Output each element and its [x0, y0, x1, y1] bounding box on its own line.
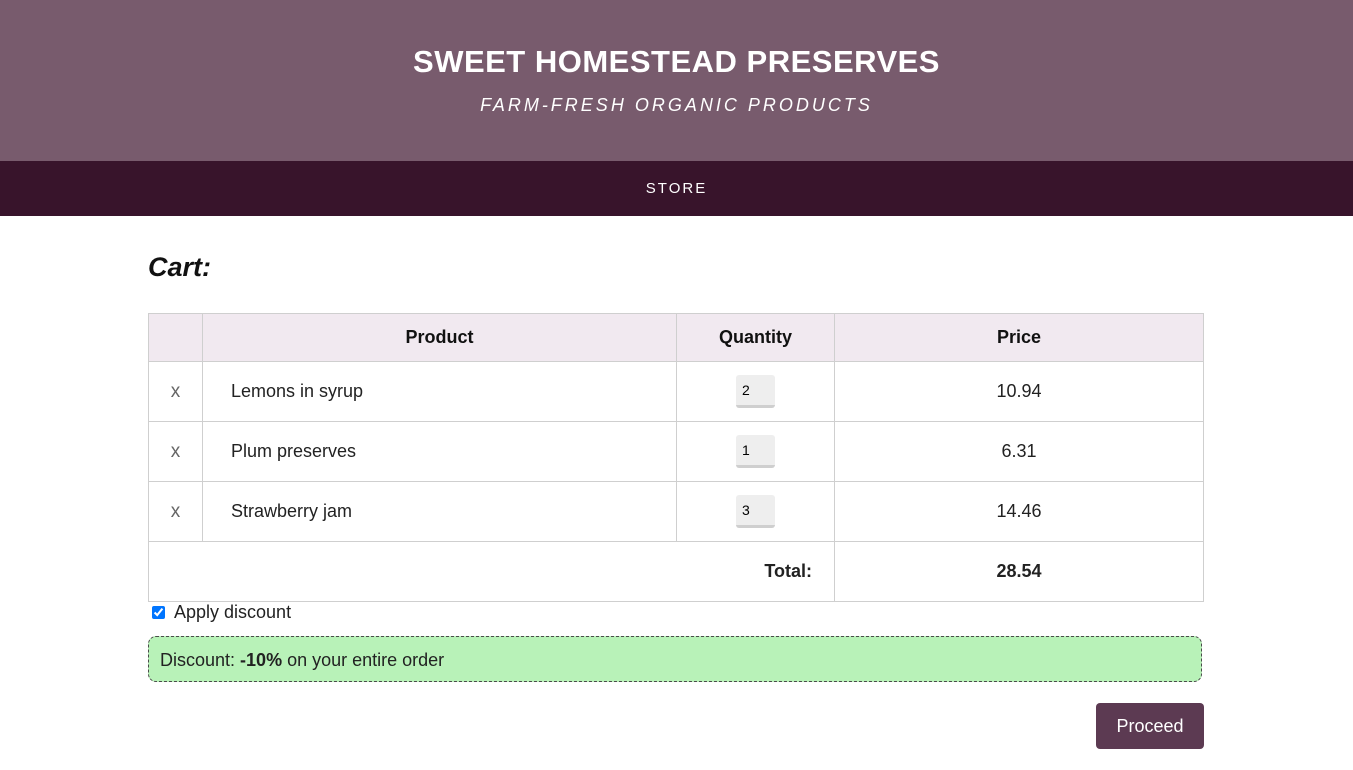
discount-suffix: on your entire order: [282, 650, 445, 670]
total-label: Total:: [148, 541, 835, 602]
total-value: 28.54: [834, 541, 1204, 602]
site-title: SWEET HOMESTEAD PRESERVES: [413, 44, 940, 79]
product-name: Lemons in syrup: [231, 381, 364, 401]
product-name: Strawberry jam: [231, 501, 353, 521]
item-price: 6.31: [834, 421, 1204, 482]
column-header-price: Price: [834, 313, 1204, 362]
main-nav: STORE: [0, 161, 1353, 216]
table-row: x Lemons in syrup 10.94: [148, 361, 1204, 422]
discount-prefix: Discount:: [160, 650, 241, 670]
product-name: Plum preserves: [231, 441, 357, 461]
proceed-button[interactable]: Proceed: [1096, 703, 1204, 749]
apply-discount-toggle[interactable]: Apply discount: [151, 602, 291, 623]
quantity-input[interactable]: [736, 435, 775, 468]
cart-heading: Cart:: [148, 252, 212, 282]
remove-item-button[interactable]: x: [171, 381, 181, 402]
cart-table: Product Quantity Price x Lemons in syrup…: [148, 313, 1204, 602]
item-price: 14.46: [834, 481, 1204, 542]
table-header-row: Product Quantity Price: [148, 313, 1204, 362]
column-header-product: Product: [202, 313, 677, 362]
discount-banner: Discount: -10% on your entire order: [148, 636, 1202, 682]
item-price: 10.94: [834, 361, 1204, 422]
remove-item-button[interactable]: x: [171, 501, 181, 522]
quantity-input[interactable]: [736, 495, 775, 528]
column-header-remove: [148, 313, 203, 362]
apply-discount-label: Apply discount: [174, 602, 292, 622]
column-header-quantity: Quantity: [676, 313, 835, 362]
site-header: SWEET HOMESTEAD PRESERVES FARM-FRESH ORG…: [0, 0, 1353, 161]
discount-amount: -10%: [240, 650, 283, 670]
remove-item-button[interactable]: x: [171, 441, 181, 462]
site-tagline: FARM-FRESH ORGANIC PRODUCTS: [480, 95, 873, 115]
quantity-input[interactable]: [736, 375, 775, 408]
table-row: x Plum preserves 6.31: [148, 421, 1204, 482]
apply-discount-checkbox[interactable]: [152, 606, 165, 619]
table-row: x Strawberry jam 14.46: [148, 481, 1204, 542]
nav-item-store[interactable]: STORE: [0, 180, 1353, 197]
total-row: Total: 28.54: [148, 541, 1204, 602]
